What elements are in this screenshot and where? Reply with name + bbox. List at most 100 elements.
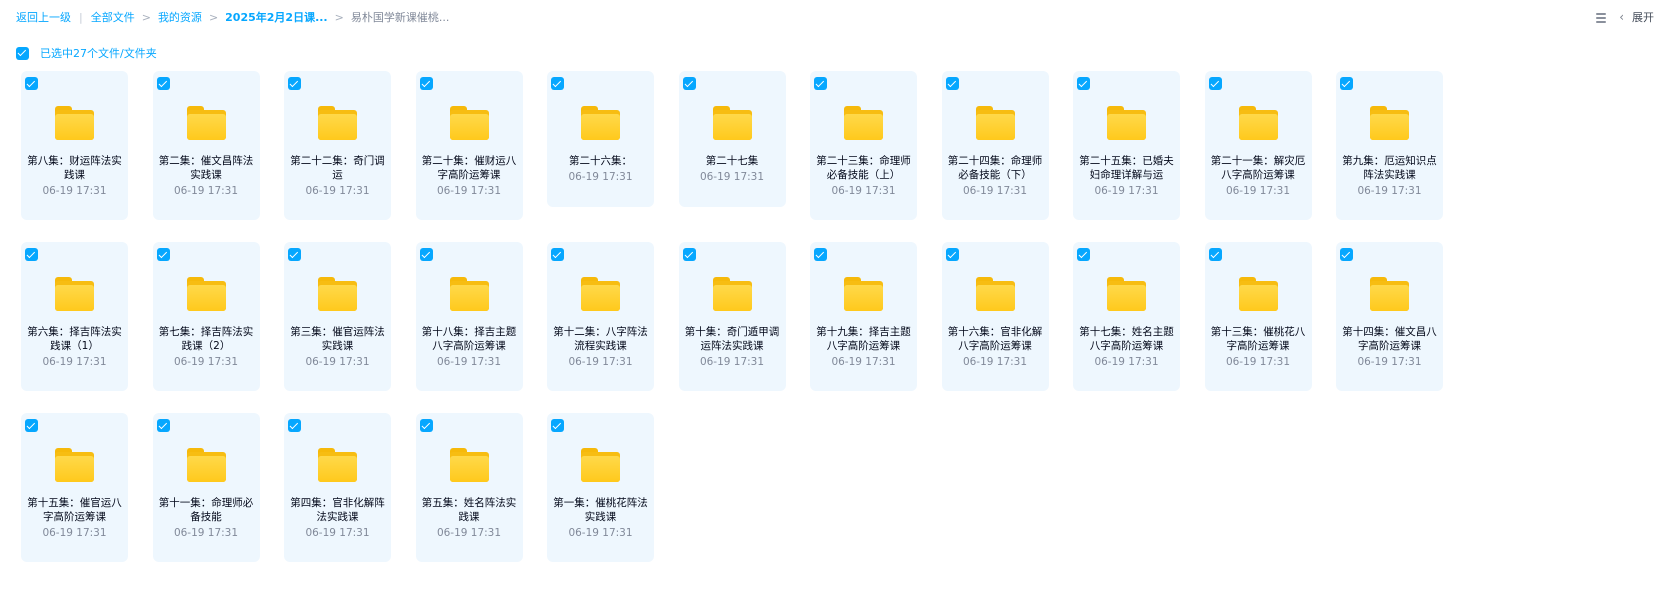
folder-icon bbox=[1370, 277, 1409, 311]
checkbox-checked-icon[interactable] bbox=[1208, 77, 1222, 90]
folder-name: 第十集：奇门遁甲调运阵法实践课 bbox=[684, 326, 780, 352]
folder-date: 06-19 17:31 bbox=[699, 171, 765, 183]
checkbox-checked-icon[interactable] bbox=[288, 77, 301, 90]
folder-card[interactable]: 第一集：催桃花阵法实践课 06-19 17:31 bbox=[547, 413, 654, 562]
folder-icon bbox=[1370, 106, 1409, 140]
folder-card[interactable]: 第二十一集：解灾厄八字高阶运筹课 06-19 17:31 bbox=[1204, 71, 1312, 220]
folder-date: 06-19 17:31 bbox=[436, 356, 502, 368]
folder-name: 第二十七集 bbox=[705, 155, 759, 167]
folder-card[interactable]: 第二十四集：命理师必备技能（下） 06-19 17:31 bbox=[941, 71, 1049, 220]
checkbox-checked-icon[interactable] bbox=[1208, 248, 1222, 261]
selection-count: 已选中27个文件/文件夹 bbox=[40, 47, 157, 60]
checkbox-checked-icon[interactable] bbox=[419, 419, 433, 432]
folder-card[interactable]: 第三集：催官运阵法实践课 06-19 17:31 bbox=[284, 242, 391, 391]
folder-icon bbox=[844, 106, 883, 140]
select-all-checkbox[interactable] bbox=[16, 46, 29, 60]
checkbox-checked-icon[interactable] bbox=[682, 77, 696, 90]
checkbox-checked-icon[interactable] bbox=[814, 77, 827, 90]
folder-icon bbox=[1107, 277, 1146, 311]
folder-card[interactable]: 第九集：厄运知识点阵法实践课 06-19 17:31 bbox=[1336, 71, 1443, 220]
folder-card[interactable]: 第二十六集： 06-19 17:31 bbox=[547, 71, 654, 207]
checkbox-checked-icon[interactable] bbox=[682, 248, 696, 261]
checkbox-checked-icon[interactable] bbox=[156, 248, 170, 261]
folder-card[interactable]: 第二集：催文昌阵法实践课 06-19 17:31 bbox=[152, 71, 260, 220]
folder-icon bbox=[1107, 106, 1146, 140]
folder-card[interactable]: 第十八集：择吉主题八字高阶运筹课 06-19 17:31 bbox=[415, 242, 523, 391]
folder-card[interactable]: 第二十集：催财运八字高阶运筹课 06-19 17:31 bbox=[415, 71, 523, 220]
folder-icon bbox=[449, 106, 489, 140]
checkbox-checked-icon[interactable] bbox=[1077, 248, 1090, 261]
folder-date: 06-19 17:31 bbox=[1094, 356, 1159, 368]
checkbox-checked-icon[interactable] bbox=[945, 77, 959, 90]
folder-name: 第五集：姓名阵法实践课 bbox=[421, 497, 517, 523]
list-view-icon[interactable] bbox=[1595, 11, 1607, 23]
folder-card[interactable]: 第二十三集：命理师必备技能（上） 06-19 17:31 bbox=[810, 71, 917, 220]
checkbox-checked-icon[interactable] bbox=[419, 77, 433, 90]
select-all-row: 已选中27个文件/文件夹 bbox=[16, 46, 157, 60]
folder-date: 06-19 17:31 bbox=[305, 527, 370, 539]
checkbox-checked-icon[interactable] bbox=[25, 248, 38, 261]
checkbox-checked-icon[interactable] bbox=[25, 77, 38, 90]
breadcrumb-all-files[interactable]: 全部文件 bbox=[91, 9, 135, 25]
folder-icon bbox=[318, 106, 357, 140]
folder-card[interactable]: 第十一集：命理师必备技能 06-19 17:31 bbox=[152, 413, 260, 562]
folder-name: 第八集：财运阵法实践课 bbox=[27, 155, 122, 181]
checkbox-checked-icon[interactable] bbox=[551, 248, 564, 261]
checkbox-checked-icon[interactable] bbox=[156, 419, 170, 432]
folder-name: 第十三集：催桃花八字高阶运筹课 bbox=[1210, 326, 1306, 352]
folder-date: 06-19 17:31 bbox=[1094, 185, 1159, 197]
folder-card[interactable]: 第二十七集 06-19 17:31 bbox=[678, 71, 786, 207]
folder-card[interactable]: 第五集：姓名阵法实践课 06-19 17:31 bbox=[415, 413, 523, 562]
folder-name: 第一集：催桃花阵法实践课 bbox=[553, 497, 648, 523]
folder-card[interactable]: 第十五集：催官运八字高阶运筹课 06-19 17:31 bbox=[21, 413, 128, 562]
folder-icon bbox=[712, 277, 752, 311]
folder-card[interactable]: 第二十二集：奇门调运 06-19 17:31 bbox=[284, 71, 391, 220]
checkbox-checked-icon[interactable] bbox=[25, 419, 38, 432]
checkbox-checked-icon[interactable] bbox=[1077, 77, 1090, 90]
checkbox-checked-icon[interactable] bbox=[814, 248, 827, 261]
folder-name: 第六集：择吉阵法实践课（1） bbox=[27, 326, 122, 352]
checkbox-checked-icon[interactable] bbox=[945, 248, 959, 261]
checkbox-checked-icon[interactable] bbox=[1340, 248, 1353, 261]
folder-card[interactable]: 第八集：财运阵法实践课 06-19 17:31 bbox=[21, 71, 128, 220]
folder-card[interactable]: 第四集：官非化解阵法实践课 06-19 17:31 bbox=[284, 413, 391, 562]
breadcrumb-current: 易朴国学新课催桃... bbox=[350, 11, 450, 24]
folder-card[interactable]: 第十六集：官非化解八字高阶运筹课 06-19 17:31 bbox=[941, 242, 1049, 391]
folder-icon bbox=[581, 448, 620, 482]
chevron-left-icon[interactable]: ‹ bbox=[1619, 10, 1624, 24]
back-link[interactable]: 返回上一级 bbox=[16, 9, 71, 25]
breadcrumb-date-folder[interactable]: 2025年2月2日课... bbox=[225, 9, 327, 25]
folder-card[interactable]: 第二十五集：已婚夫妇命理详解与运 06-19 17:31 bbox=[1073, 71, 1180, 220]
folder-name: 第三集：催官运阵法实践课 bbox=[290, 326, 385, 352]
folder-card[interactable]: 第十四集：催文昌八字高阶运筹课 06-19 17:31 bbox=[1336, 242, 1443, 391]
folder-name: 第二十四集：命理师必备技能（下） bbox=[947, 155, 1043, 181]
folder-card[interactable]: 第十集：奇门遁甲调运阵法实践课 06-19 17:31 bbox=[678, 242, 786, 391]
breadcrumb-my-resources[interactable]: 我的资源 bbox=[158, 9, 202, 25]
view-controls: ‹ 展开 bbox=[1595, 9, 1654, 25]
checkbox-checked-icon[interactable] bbox=[419, 248, 433, 261]
folder-name: 第二十一集：解灾厄八字高阶运筹课 bbox=[1210, 155, 1306, 181]
folder-card[interactable]: 第十九集：择吉主题八字高阶运筹课 06-19 17:31 bbox=[810, 242, 917, 391]
folder-card[interactable]: 第十三集：催桃花八字高阶运筹课 06-19 17:31 bbox=[1204, 242, 1312, 391]
folder-date: 06-19 17:31 bbox=[962, 185, 1028, 197]
folder-card[interactable]: 第十二集：八字阵法流程实践课 06-19 17:31 bbox=[547, 242, 654, 391]
top-bar: 返回上一级 | 全部文件 > 我的资源 > 2025年2月2日课... > 易朴… bbox=[0, 0, 1670, 34]
breadcrumb-separator-icon: > bbox=[334, 10, 344, 24]
folder-date: 06-19 17:31 bbox=[173, 527, 239, 539]
checkbox-checked-icon[interactable] bbox=[288, 419, 301, 432]
checkbox-checked-icon[interactable] bbox=[551, 419, 564, 432]
folder-card[interactable]: 第七集：择吉阵法实践课（2） 06-19 17:31 bbox=[152, 242, 260, 391]
checkbox-checked-icon[interactable] bbox=[1340, 77, 1353, 90]
folder-name: 第二集：催文昌阵法实践课 bbox=[158, 155, 254, 181]
checkbox-checked-icon[interactable] bbox=[288, 248, 301, 261]
folder-icon bbox=[186, 448, 226, 482]
checkbox-checked-icon[interactable] bbox=[551, 77, 564, 90]
breadcrumb-divider: | bbox=[79, 10, 83, 24]
folder-card[interactable]: 第六集：择吉阵法实践课（1） 06-19 17:31 bbox=[21, 242, 128, 391]
expand-button[interactable]: 展开 bbox=[1632, 9, 1654, 25]
checkbox-checked-icon[interactable] bbox=[156, 77, 170, 90]
folder-date: 06-19 17:31 bbox=[42, 185, 107, 197]
folder-date: 06-19 17:31 bbox=[305, 185, 370, 197]
folder-card[interactable]: 第十七集：姓名主题八字高阶运筹课 06-19 17:31 bbox=[1073, 242, 1180, 391]
folder-name: 第十六集：官非化解八字高阶运筹课 bbox=[947, 326, 1043, 352]
